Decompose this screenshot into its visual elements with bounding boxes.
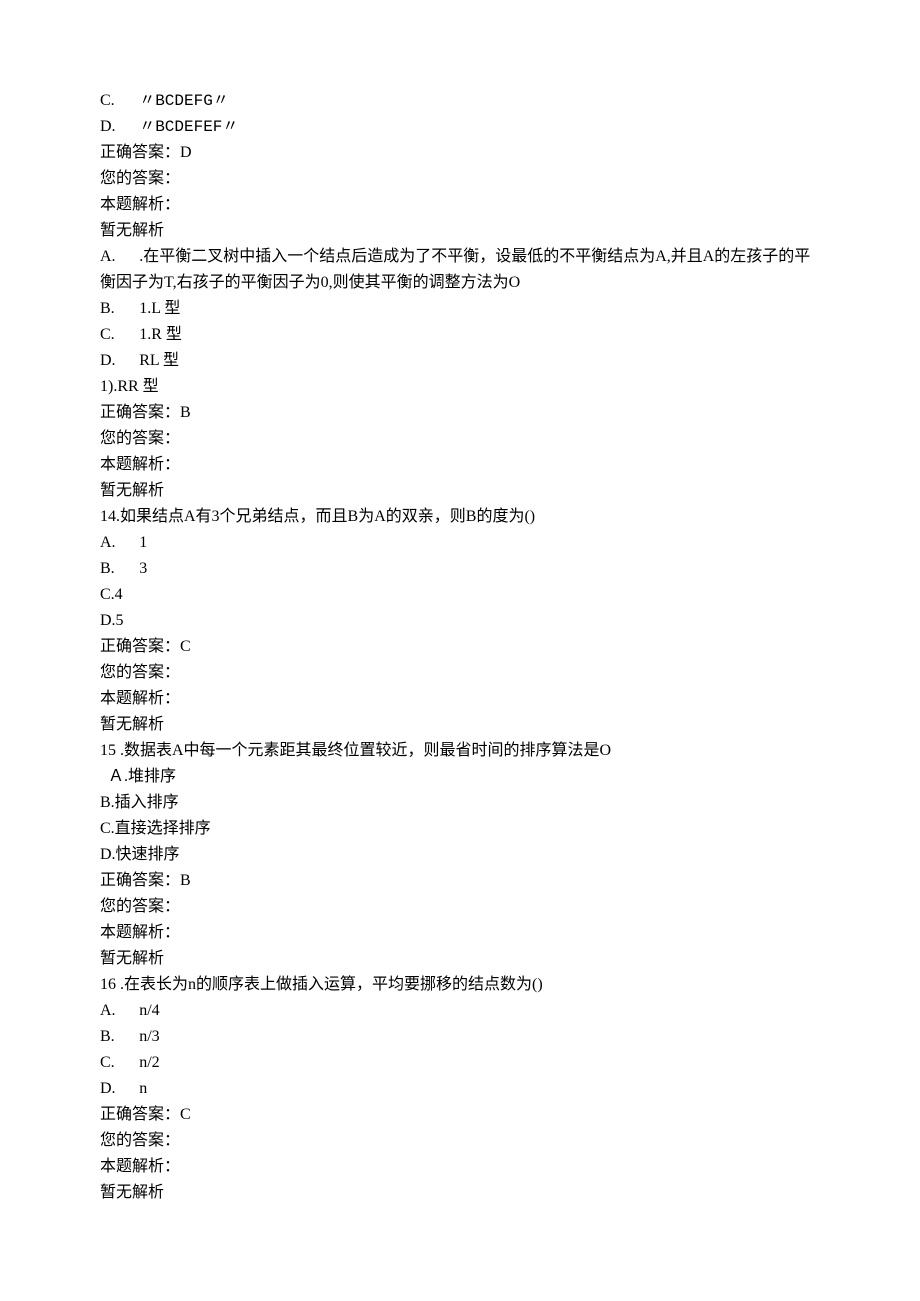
q13-explain-label: 本题解析：	[100, 452, 820, 478]
q15-explain-text: 暂无解析	[100, 946, 820, 972]
q15-option-b: B.插入排序	[100, 790, 820, 816]
q15-correct-answer: 正确答案：B	[100, 868, 820, 894]
q13-a-letter: A.	[100, 244, 135, 270]
q15-stem: 15 .数据表A中每一个元素距其最终位置较近，则最省时间的排序算法是O	[100, 738, 820, 764]
q13-b-text: 1.L 型	[139, 300, 180, 317]
q15-option-d: D.快速排序	[100, 842, 820, 868]
q16-b-text: n/3	[139, 1028, 159, 1045]
q13-explain-text: 暂无解析	[100, 478, 820, 504]
q16-explain-label: 本题解析：	[100, 1154, 820, 1180]
q16-a-text: n/4	[139, 1002, 159, 1019]
q13-d-text: RL 型	[139, 352, 179, 369]
q13-c-text: 1.R 型	[139, 326, 182, 343]
q14-explain-text: 暂无解析	[100, 712, 820, 738]
q12-explain-label: 本题解析：	[100, 192, 820, 218]
q13-option-1: 1).RR 型	[100, 374, 820, 400]
q12-d-letter: D.	[100, 114, 135, 140]
q16-option-a: A. n/4	[100, 998, 820, 1024]
q13-a-text: .在平衡二叉树中插入一个结点后造成为了不平衡，设最低的不平衡结点为A,并且A的左…	[100, 248, 810, 291]
q16-correct-answer: 正确答案：C	[100, 1102, 820, 1128]
q14-b-letter: B.	[100, 556, 135, 582]
q16-d-letter: D.	[100, 1076, 135, 1102]
q16-c-letter: C.	[100, 1050, 135, 1076]
q16-your-answer: 您的答案：	[100, 1128, 820, 1154]
q15-explain-label: 本题解析：	[100, 920, 820, 946]
q16-option-b: B. n/3	[100, 1024, 820, 1050]
q12-option-c: C. 〃BCDEFG〃	[100, 88, 820, 114]
q14-a-text: 1	[139, 534, 147, 551]
q14-explain-label: 本题解析：	[100, 686, 820, 712]
q16-a-letter: A.	[100, 998, 135, 1024]
q15-option-a: Ａ.堆排序	[100, 764, 820, 790]
q12-explain-text: 暂无解析	[100, 218, 820, 244]
q14-correct-answer: 正确答案：C	[100, 634, 820, 660]
q12-correct-answer: 正确答案：D	[100, 140, 820, 166]
q16-c-text: n/2	[139, 1054, 159, 1071]
q13-option-d: D. RL 型	[100, 348, 820, 374]
q13-correct-answer: 正确答案：B	[100, 400, 820, 426]
q14-stem: 14.如果结点A有3个兄弟结点，而且B为A的双亲，则B的度为()	[100, 504, 820, 530]
q13-line-a: A. .在平衡二叉树中插入一个结点后造成为了不平衡，设最低的不平衡结点为A,并且…	[100, 244, 820, 296]
q14-option-d: D.5	[100, 608, 820, 634]
q13-b-letter: B.	[100, 296, 135, 322]
q14-option-c: C.4	[100, 582, 820, 608]
q12-option-d: D. 〃BCDEFEF〃	[100, 114, 820, 140]
q16-d-text: n	[139, 1080, 147, 1097]
q14-b-text: 3	[139, 560, 147, 577]
q14-option-b: B. 3	[100, 556, 820, 582]
q12-c-letter: C.	[100, 88, 135, 114]
q15-your-answer: 您的答案：	[100, 894, 820, 920]
q16-option-c: C. n/2	[100, 1050, 820, 1076]
q13-option-c: C. 1.R 型	[100, 322, 820, 348]
q12-c-text: 〃BCDEFG〃	[139, 92, 229, 110]
q16-b-letter: B.	[100, 1024, 135, 1050]
q16-explain-text: 暂无解析	[100, 1180, 820, 1206]
q13-d-letter: D.	[100, 348, 135, 374]
q14-a-letter: A.	[100, 530, 135, 556]
q14-option-a: A. 1	[100, 530, 820, 556]
q14-your-answer: 您的答案：	[100, 660, 820, 686]
q16-option-d: D. n	[100, 1076, 820, 1102]
q13-c-letter: C.	[100, 322, 135, 348]
q13-your-answer: 您的答案：	[100, 426, 820, 452]
q15-option-c: C.直接选择排序	[100, 816, 820, 842]
q12-d-text: 〃BCDEFEF〃	[139, 118, 238, 136]
q13-option-b: B. 1.L 型	[100, 296, 820, 322]
q12-your-answer: 您的答案：	[100, 166, 820, 192]
q16-stem: 16 .在表长为n的顺序表上做插入运算，平均要挪移的结点数为()	[100, 972, 820, 998]
